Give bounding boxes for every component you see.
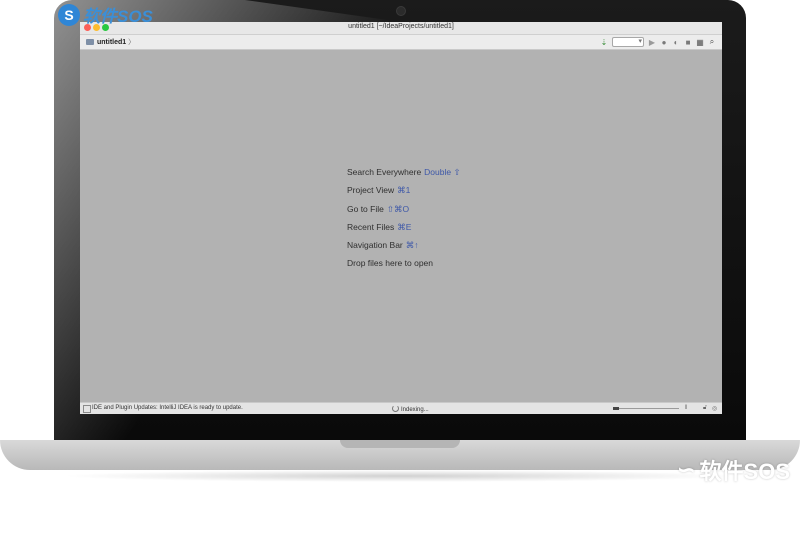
breadcrumb[interactable]: untitled1 〉	[86, 37, 135, 47]
toolbar-actions: ⇣ ▶ ● ◐ ■ ▦ ⌕	[600, 37, 716, 47]
indexing-progress-bar	[613, 407, 679, 410]
breadcrumb-chevron: 〉	[128, 39, 136, 46]
run-icon[interactable]: ▶	[648, 38, 656, 47]
laptop-shadow	[60, 470, 740, 482]
search-icon[interactable]: ⌕	[708, 37, 716, 46]
brand-logo-icon: ∽	[677, 457, 696, 482]
tool-windows-toggle-icon[interactable]	[83, 405, 91, 413]
laptop-notch	[340, 440, 460, 448]
build-icon[interactable]: ⇣	[600, 38, 608, 47]
camera-dot	[396, 6, 406, 16]
indexing-status[interactable]: Indexing...	[392, 405, 429, 413]
ide-window: untitled1 [~/IdeaProjects/untitled1] unt…	[80, 22, 722, 414]
folder-icon	[86, 39, 94, 45]
hint-shortcut: Double ⇧	[424, 167, 461, 177]
status-bar: IDE and Plugin Updates: IntelliJ IDEA is…	[80, 402, 722, 414]
breadcrumb-project: untitled1	[97, 38, 127, 46]
run-configuration-select[interactable]	[612, 37, 644, 47]
debug-icon[interactable]: ●	[660, 38, 668, 47]
watermark-text: 软件SOS	[83, 7, 153, 26]
hint-search-everywhere: Search Everywhere Double ⇧	[347, 167, 547, 185]
hint-shortcut: ⇧⌘O	[386, 203, 410, 214]
navigation-toolbar: untitled1 〉 ⇣ ▶ ● ◐ ■ ▦ ⌕	[80, 35, 722, 50]
hint-recent-files: Recent Files ⌘E	[347, 222, 547, 240]
hint-project-view: Project View ⌘1	[347, 185, 547, 203]
indexing-progress-fill	[613, 407, 619, 410]
watermark-top-left: S 软件SOS	[58, 2, 153, 27]
hint-label: Project View	[347, 185, 395, 196]
hint-shortcut: ⌘↑	[405, 240, 419, 251]
inspector-icon[interactable]: ◎	[712, 405, 718, 412]
hint-label: Go to File	[347, 203, 384, 214]
status-message[interactable]: IDE and Plugin Updates: IntelliJ IDEA is…	[92, 405, 243, 411]
hint-label: Recent Files	[347, 221, 395, 232]
hint-drop-files: Drop files here to open	[347, 258, 547, 276]
hint-navigation-bar: Navigation Bar ⌘↑	[347, 240, 547, 258]
window-title: untitled1 [~/IdeaProjects/untitled1]	[348, 23, 454, 30]
hint-shortcut: ⌘1	[397, 185, 411, 196]
hint-label: Navigation Bar	[347, 240, 403, 251]
hint-shortcut: ⌘E	[397, 221, 412, 232]
project-structure-icon[interactable]: ▦	[696, 38, 704, 47]
stop-icon[interactable]: ■	[684, 38, 692, 47]
pause-icon[interactable]: ‖	[685, 405, 691, 411]
coverage-icon[interactable]: ◐	[672, 38, 680, 47]
window-titlebar: untitled1 [~/IdeaProjects/untitled1]	[80, 22, 722, 35]
hint-label: Drop files here to open	[347, 258, 433, 269]
watermark-text: 软件SOS	[699, 459, 790, 484]
indexing-label: Indexing...	[401, 407, 429, 413]
watermark-bottom-right: ∽ 软件SOS	[677, 454, 790, 486]
hint-go-to-file: Go to File ⇧⌘O	[347, 204, 547, 222]
hint-label: Search Everywhere	[347, 167, 422, 177]
lock-icon[interactable]: 🔓︎	[703, 405, 709, 411]
empty-editor-hints: Search Everywhere Double ⇧ Project View ⌘1…	[347, 167, 547, 277]
spinner-icon	[392, 405, 399, 412]
brand-logo-icon: S	[58, 3, 80, 26]
